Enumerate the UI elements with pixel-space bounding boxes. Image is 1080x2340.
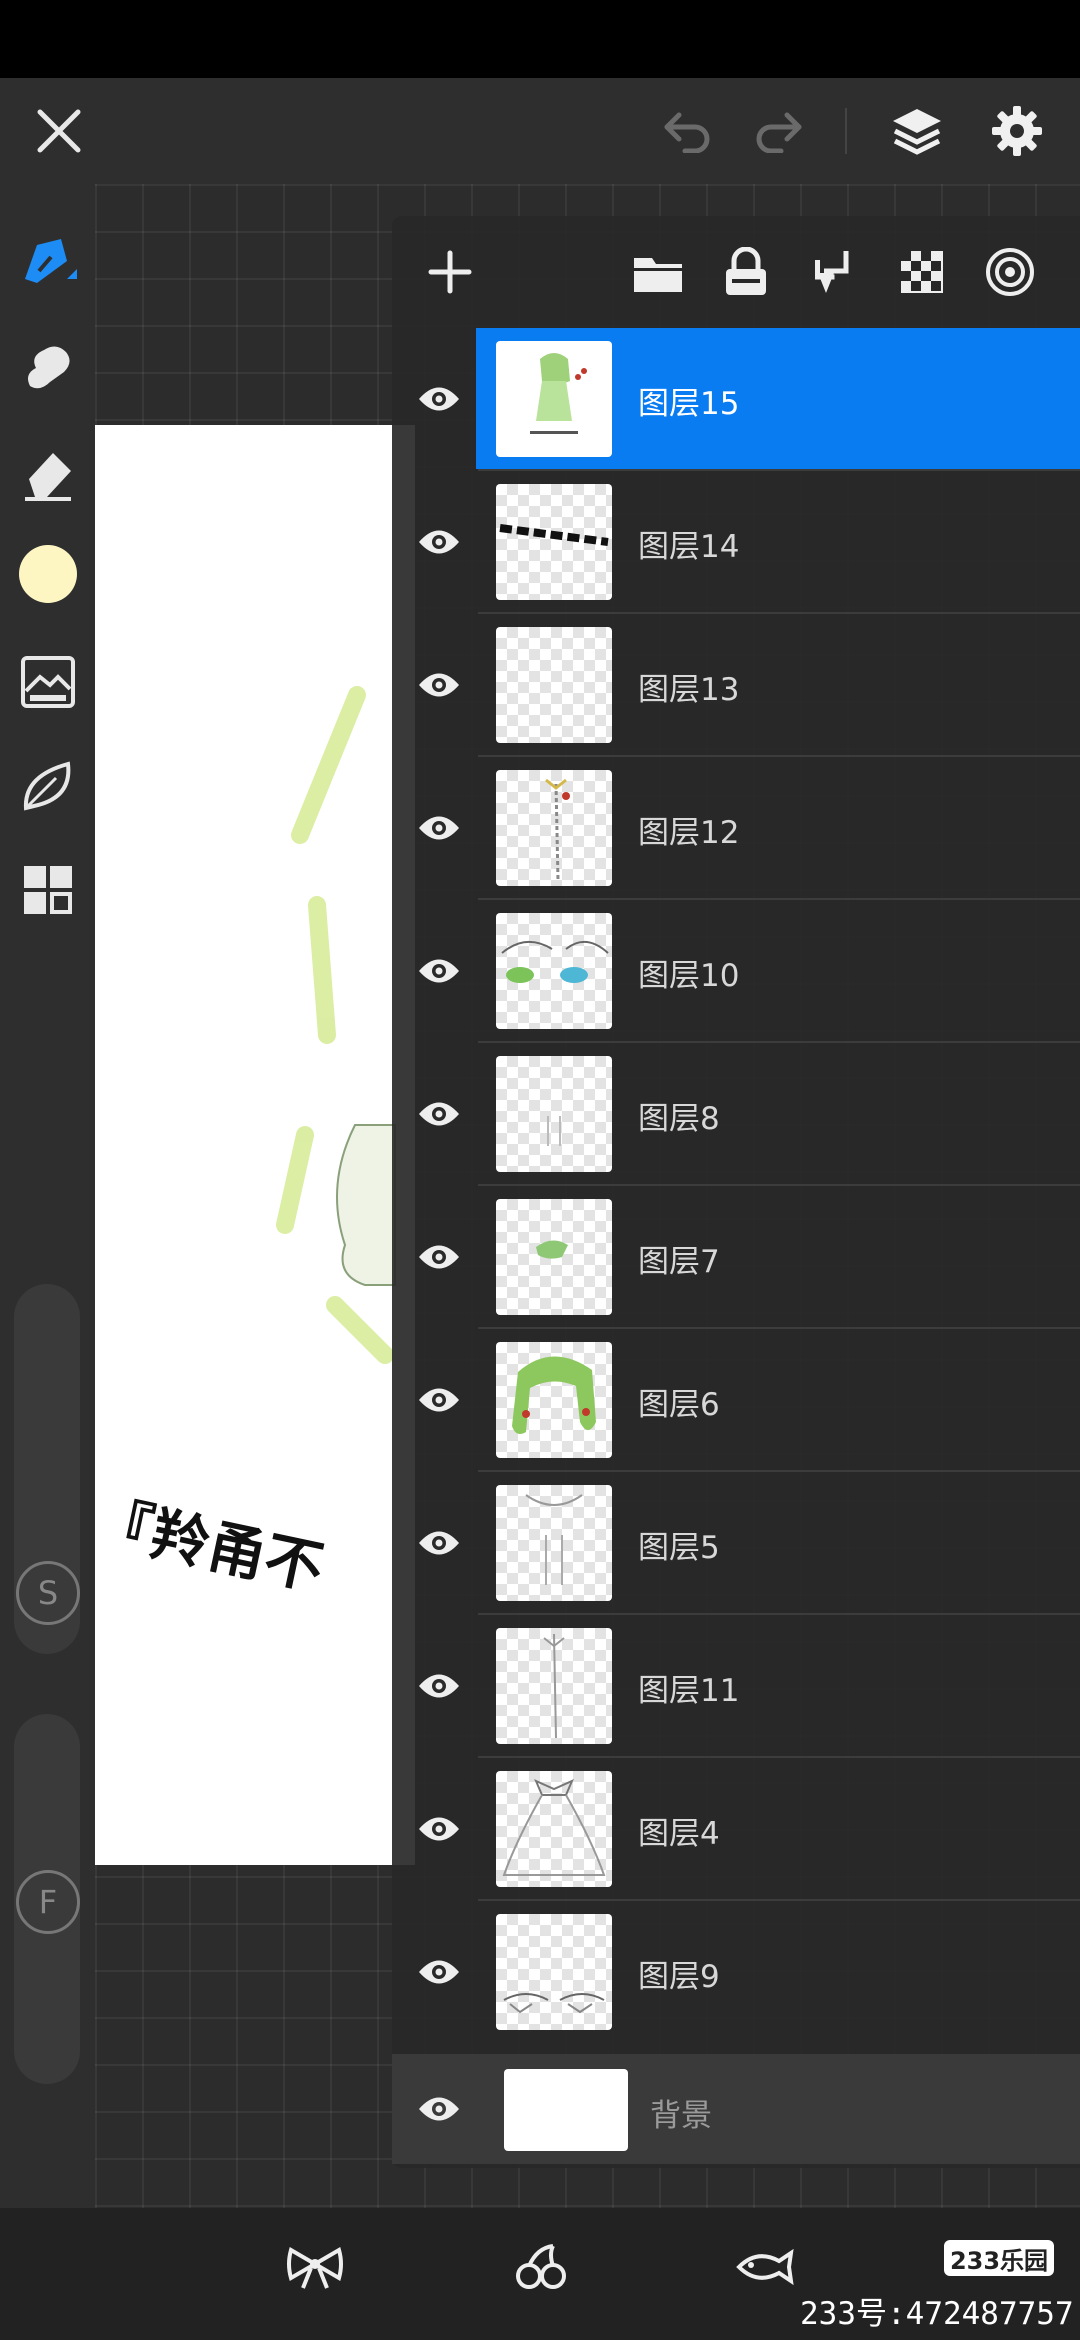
layer-name: 图层8 (638, 1101, 720, 1137)
color-swatch-fill (19, 545, 77, 603)
layer-body[interactable]: 图层14 (476, 471, 1080, 612)
artwork-strokes (276, 686, 396, 1364)
toolbar-divider (845, 108, 847, 154)
eye-icon[interactable] (408, 2078, 470, 2140)
left-toolbar: S F (0, 184, 95, 2208)
layer-body[interactable]: 图层9 (476, 1901, 1080, 2042)
bow-icon[interactable] (282, 2234, 348, 2300)
layer-name: 图层7 (638, 1244, 720, 1280)
eye-icon[interactable] (408, 1369, 470, 1431)
layer-name: 图层14 (638, 529, 740, 565)
layer-thumbnail (496, 1628, 612, 1744)
eye-icon[interactable] (408, 511, 470, 573)
eye-icon[interactable] (408, 797, 470, 859)
layer-thumbnail (496, 1056, 612, 1172)
eye-icon[interactable] (408, 368, 470, 430)
layer-name: 图层10 (638, 958, 740, 994)
blend-mode-icon[interactable] (982, 244, 1038, 300)
eye-icon[interactable] (408, 1655, 470, 1717)
layer-thumbnail (496, 770, 612, 886)
layer-body[interactable]: 图层10 (476, 900, 1080, 1041)
layers-panel: 图层15 图层14 图层13 图层12 图层10 图层8 图层7 图层6 图层5… (392, 216, 1080, 2168)
alpha-lock-icon[interactable] (894, 244, 950, 300)
watermark-logo: 233乐园 (944, 2240, 1054, 2276)
layer-body[interactable]: 图层13 (476, 614, 1080, 755)
eye-icon[interactable] (408, 654, 470, 716)
layer-row[interactable]: 图层13 (392, 614, 1080, 757)
layer-thumbnail (496, 484, 612, 600)
layer-row[interactable]: 图层4 (392, 1758, 1080, 1901)
grid-tool-icon[interactable] (12, 854, 84, 926)
add-layer-icon[interactable] (422, 244, 478, 300)
lock-icon[interactable] (718, 244, 774, 300)
merge-down-icon[interactable] (806, 244, 862, 300)
smudge-tool-icon[interactable] (12, 330, 84, 402)
layer-row[interactable]: 图层15 (392, 328, 1080, 471)
layer-name: 图层9 (638, 1959, 720, 1995)
redo-icon[interactable] (748, 100, 810, 162)
color-swatch[interactable] (12, 538, 84, 610)
undo-icon[interactable] (656, 100, 718, 162)
close-icon[interactable] (28, 100, 90, 162)
layer-row[interactable]: 图层7 (392, 1186, 1080, 1329)
layer-row[interactable]: 图层5 (392, 1472, 1080, 1615)
layer-row[interactable]: 图层11 (392, 1615, 1080, 1758)
artboard[interactable]: 『羚甬不 (95, 425, 415, 1865)
layers-icon[interactable] (884, 98, 950, 164)
eye-icon[interactable] (408, 1226, 470, 1288)
folder-icon[interactable] (630, 244, 686, 300)
layers-panel-toolbar (392, 216, 1080, 328)
brush-size-label: S (16, 1561, 80, 1625)
layer-row[interactable]: 图层6 (392, 1329, 1080, 1472)
layer-name: 图层11 (638, 1673, 740, 1709)
cherry-icon[interactable] (508, 2234, 574, 2300)
eye-icon[interactable] (408, 1798, 470, 1860)
layer-thumbnail (496, 1199, 612, 1315)
layer-thumbnail (496, 913, 612, 1029)
layer-row[interactable]: 图层8 (392, 1043, 1080, 1186)
layer-body[interactable]: 图层4 (476, 1758, 1080, 1899)
layer-name: 图层4 (638, 1816, 720, 1852)
layer-name: 图层15 (638, 386, 740, 422)
image-adjust-icon[interactable] (12, 646, 84, 718)
eye-icon[interactable] (408, 1083, 470, 1145)
layer-thumbnail (496, 1485, 612, 1601)
pen-tool-icon[interactable] (12, 226, 84, 298)
opacity-label: F (16, 1870, 80, 1934)
eye-icon[interactable] (408, 1512, 470, 1574)
layer-name: 图层5 (638, 1530, 720, 1566)
top-toolbar (0, 78, 1080, 184)
layer-name: 图层6 (638, 1387, 720, 1423)
eye-icon[interactable] (408, 940, 470, 1002)
layer-row[interactable]: 图层10 (392, 900, 1080, 1043)
layer-row[interactable]: 图层14 (392, 471, 1080, 614)
layer-body[interactable]: 图层5 (476, 1472, 1080, 1613)
layer-name: 图层13 (638, 672, 740, 708)
fish-icon[interactable] (732, 2234, 798, 2300)
layer-body[interactable]: 图层7 (476, 1186, 1080, 1327)
layer-name: 图层12 (638, 815, 740, 851)
eye-icon[interactable] (408, 1941, 470, 2003)
layer-body[interactable]: 图层15 (476, 328, 1080, 469)
layer-thumbnail (496, 1914, 612, 2030)
layer-row[interactable]: 图层12 (392, 757, 1080, 900)
background-layer-row[interactable]: 背景 (392, 2054, 1080, 2164)
layer-thumbnail (496, 1342, 612, 1458)
watermark-id: 233号:472487757 (800, 2296, 1074, 2332)
eraser-tool-icon[interactable] (12, 438, 84, 510)
layer-thumbnail (496, 627, 612, 743)
layer-body[interactable]: 图层6 (476, 1329, 1080, 1470)
layer-body[interactable]: 图层11 (476, 1615, 1080, 1756)
layer-thumbnail (496, 1771, 612, 1887)
leaf-brush-icon[interactable] (12, 750, 84, 822)
layer-body[interactable]: 图层12 (476, 757, 1080, 898)
status-bar (0, 0, 1080, 78)
background-thumbnail (504, 2069, 628, 2151)
layer-row[interactable]: 图层9 (392, 1901, 1080, 2044)
settings-icon[interactable] (984, 98, 1050, 164)
layer-body[interactable]: 图层8 (476, 1043, 1080, 1184)
layer-thumbnail (496, 341, 612, 457)
background-layer-name: 背景 (650, 2098, 712, 2134)
